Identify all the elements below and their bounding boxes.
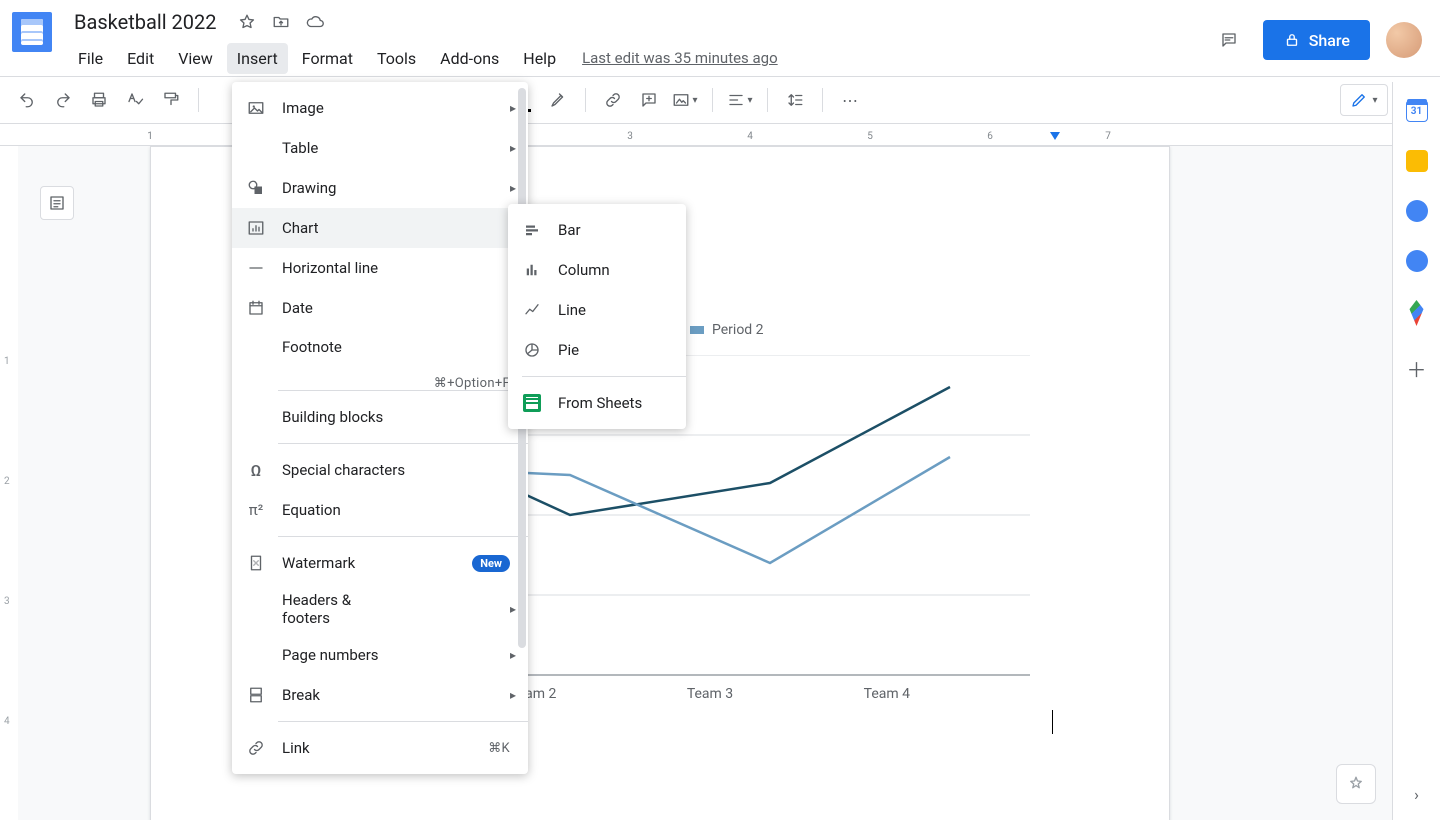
chart-legend: Period 2 [690,322,764,338]
insert-break[interactable]: Break [232,675,528,715]
insert-image[interactable]: Image [232,88,528,128]
insert-drawing[interactable]: Drawing [232,168,528,208]
insert-link[interactable]: Link⌘K [232,728,528,768]
hline-icon [246,258,266,278]
link-icon [246,738,266,758]
legend-label: Period 2 [712,322,764,338]
menu-insert[interactable]: Insert [227,43,288,74]
highlight-button[interactable] [543,85,573,115]
share-button[interactable]: Share [1263,20,1370,60]
paint-format-button[interactable] [156,85,186,115]
chart-bar[interactable]: Bar [508,210,686,250]
insert-comment-button[interactable] [634,85,664,115]
docs-icon[interactable] [12,12,52,52]
add-on-plus-icon[interactable]: ＋ [1407,354,1427,383]
document-outline-button[interactable] [40,186,74,220]
insert-building-blocks[interactable]: Building blocks [232,397,528,437]
ruler-mark: 7 [1105,131,1111,142]
comments-icon[interactable] [1211,22,1247,58]
new-badge: New [472,555,510,572]
print-button[interactable] [84,85,114,115]
bar-chart-icon [522,220,542,240]
redo-button[interactable] [48,85,78,115]
chart-pie[interactable]: Pie [508,330,686,370]
document-canvas[interactable]: 1 3 4 5 6 7 1 2 3 4 Period 2 Team 2 [0,130,1392,820]
sheets-icon [522,393,542,413]
insert-footnote[interactable]: Footnote⌘+Option+F [232,328,528,384]
pie-chart-icon [522,340,542,360]
chart-icon [246,218,266,238]
insert-image-button[interactable]: ▾ [670,85,700,115]
move-icon[interactable] [271,12,291,32]
document-title[interactable]: Basketball 2022 [68,8,223,36]
date-icon [246,298,266,318]
contacts-icon[interactable] [1406,250,1428,272]
more-tools-button[interactable]: ⋯ [835,85,865,115]
align-button[interactable]: ▾ [725,85,755,115]
watermark-icon [246,553,266,573]
star-icon[interactable] [237,12,257,32]
chart-line[interactable]: Line [508,290,686,330]
insert-horizontal-line[interactable]: Horizontal line [232,248,528,288]
vertical-ruler[interactable]: 1 2 3 4 [0,136,18,820]
insert-link-button[interactable] [598,85,628,115]
title-bar: Basketball 2022 File Edit View Insert Fo… [0,0,1440,76]
menu-edit[interactable]: Edit [117,43,164,74]
omega-icon: Ω [246,460,266,480]
editing-mode-button[interactable]: ▾ [1340,84,1388,116]
image-icon [246,98,266,118]
menu-tools[interactable]: Tools [367,43,426,74]
insert-headers-footers[interactable]: Headers & footers [232,583,528,635]
ruler-mark: 1 [147,131,153,142]
menu-addons[interactable]: Add-ons [430,43,509,74]
horizontal-ruler[interactable]: 1 3 4 5 6 7 [0,130,1392,146]
legend-swatch-icon [690,326,704,334]
insert-menu: Image Table Drawing Chart Horizontal lin… [232,82,528,774]
drawing-icon [246,178,266,198]
maps-icon[interactable] [1407,300,1427,326]
break-icon [246,685,266,705]
column-chart-icon [522,260,542,280]
insert-special-characters[interactable]: ΩSpecial characters [232,450,528,490]
chart-from-sheets[interactable]: From Sheets [508,383,686,423]
collapse-panel-icon[interactable]: › [1414,785,1419,804]
toolbar: ▾ − + B I U A ▾ ▾ ⋯ ▾ [0,76,1440,124]
ruler-mark: 3 [627,131,633,142]
insert-table[interactable]: Table [232,128,528,168]
menu-file[interactable]: File [68,43,113,74]
ruler-mark: 5 [867,131,873,142]
line-spacing-button[interactable] [780,85,810,115]
calendar-icon[interactable]: 31 [1406,100,1428,122]
insert-chart[interactable]: Chart [232,208,528,248]
text-cursor [1052,710,1053,734]
right-indent-marker[interactable] [1050,132,1060,140]
ruler-mark: 4 [747,131,753,142]
tasks-icon[interactable] [1406,200,1428,222]
keep-icon[interactable] [1406,150,1428,172]
spellcheck-button[interactable] [120,85,150,115]
account-avatar[interactable] [1386,22,1422,58]
menu-help[interactable]: Help [513,43,566,74]
explore-button[interactable] [1336,764,1376,804]
side-panel: 31 ＋ › [1392,82,1440,820]
menu-view[interactable]: View [168,43,223,74]
pi-icon: π² [246,500,266,520]
last-edit-link[interactable]: Last edit was 35 minutes ago [582,49,778,67]
ruler-mark: 6 [987,131,993,142]
insert-page-numbers[interactable]: Page numbers [232,635,528,675]
insert-watermark[interactable]: WatermarkNew [232,543,528,583]
chart-submenu: Bar Column Line Pie From Sheets [508,204,686,429]
share-label: Share [1309,31,1350,50]
cloud-status-icon[interactable] [305,12,325,32]
insert-date[interactable]: Date [232,288,528,328]
insert-equation[interactable]: π²Equation [232,490,528,530]
chart-column[interactable]: Column [508,250,686,290]
line-chart-icon [522,300,542,320]
undo-button[interactable] [12,85,42,115]
menu-format[interactable]: Format [292,43,363,74]
